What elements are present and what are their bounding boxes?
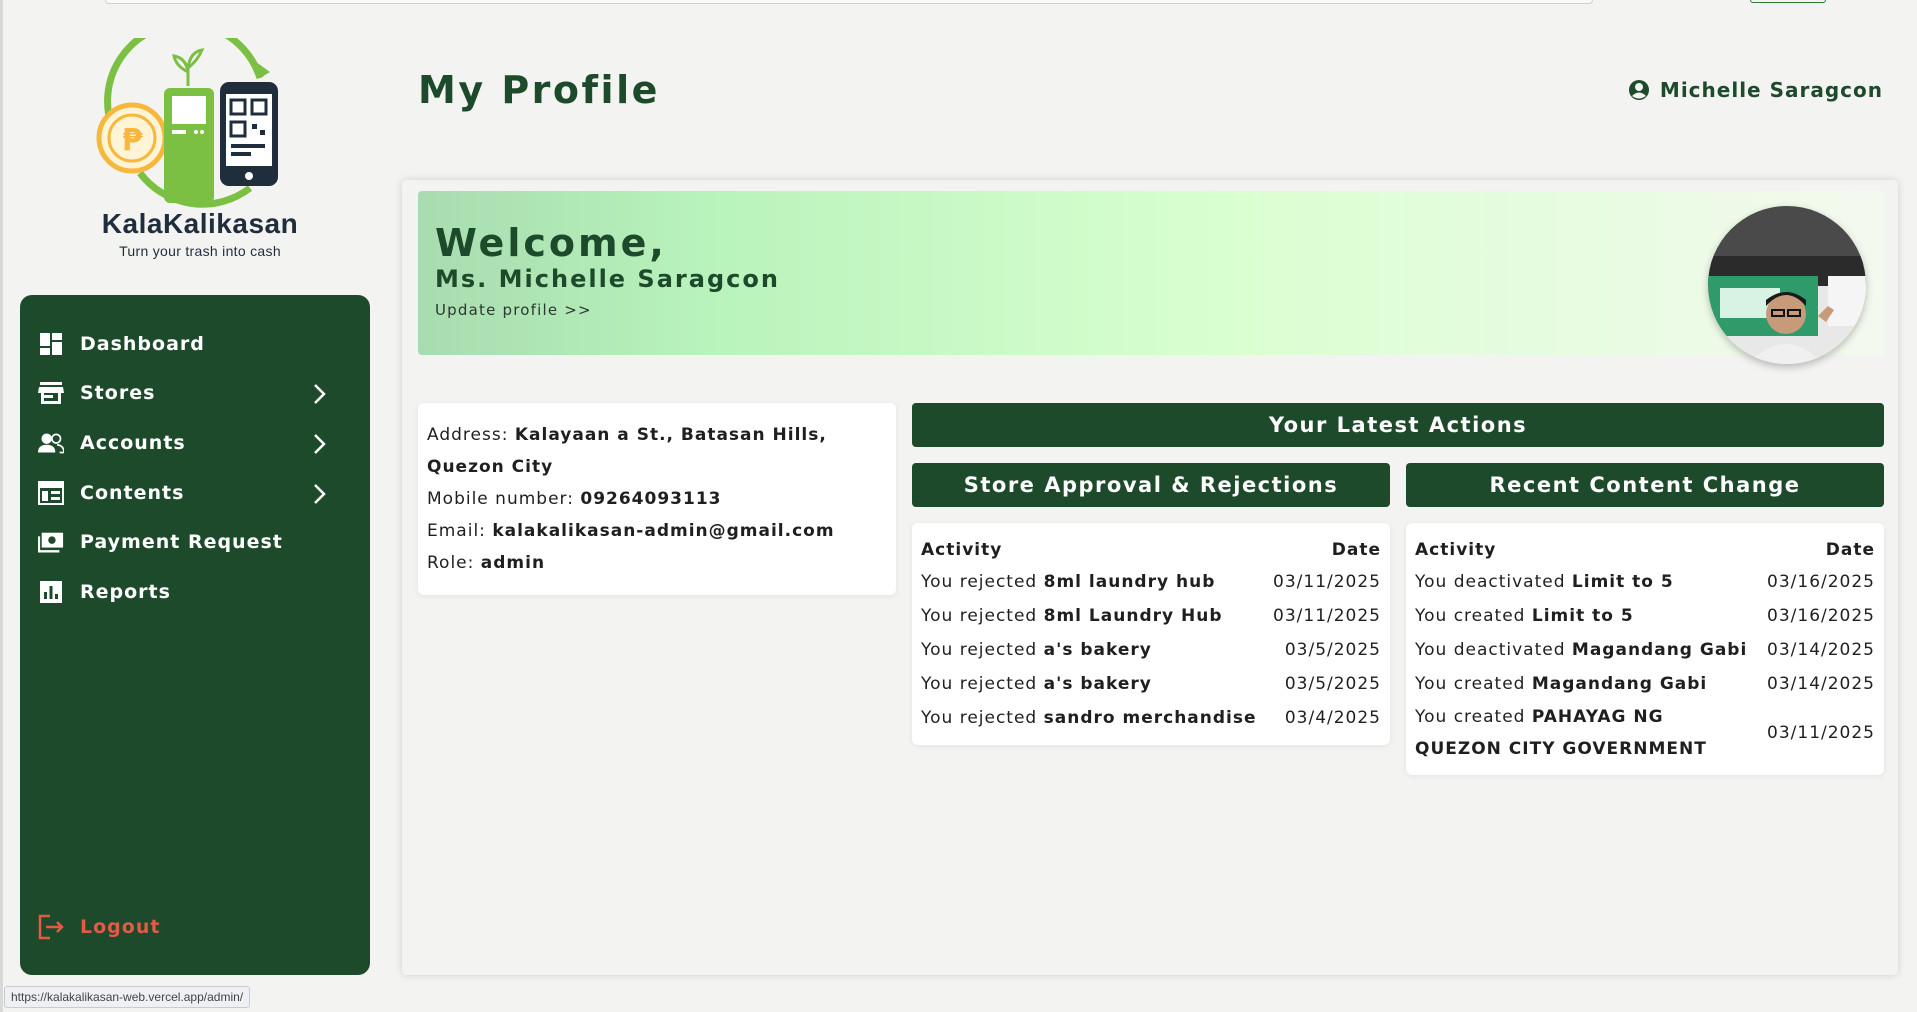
table-header-row: Activity Date: [1415, 539, 1875, 561]
email-label: Email:: [427, 521, 486, 541]
sidebar-item-label: Payment Request: [80, 531, 283, 553]
reports-icon: [38, 579, 64, 605]
content-table-header: Recent Content Change: [1406, 463, 1884, 507]
welcome-greeting: Welcome,: [435, 221, 667, 265]
table-row: You rejected sandro merchandise 03/4/202…: [921, 701, 1381, 735]
brand-name: KalaKalikasan: [101, 208, 299, 239]
activity-cell: You created Magandang Gabi: [1415, 674, 1708, 694]
contents-icon: [38, 480, 64, 506]
activity-cell: You rejected sandro merchandise: [921, 708, 1257, 728]
table-row: You created Limit to 5 03/16/2025: [1415, 599, 1875, 633]
date-cell: 03/5/2025: [1284, 674, 1381, 694]
table-row: You rejected 8ml Laundry Hub 03/11/2025: [921, 599, 1381, 633]
table-header-row: Activity Date: [921, 539, 1381, 561]
column-header-date: Date: [1825, 540, 1875, 560]
browser-button-edge[interactable]: [1750, 0, 1826, 3]
address-line: Address: Kalayaan a St., Batasan Hills, …: [427, 419, 887, 483]
logout-icon: [38, 914, 64, 940]
store-table-header: Store Approval & Rejections: [912, 463, 1390, 507]
column-header-activity: Activity: [921, 540, 1003, 560]
sidebar-item-payment-request[interactable]: Payment Request: [38, 522, 348, 562]
chevron-right-icon: [312, 483, 326, 509]
date-cell: 03/11/2025: [1273, 606, 1381, 626]
people-icon: [38, 430, 64, 456]
mobile-line: Mobile number: 09264093113: [427, 483, 887, 515]
avatar[interactable]: [1708, 206, 1866, 364]
table-row: You rejected 8ml laundry hub 03/11/2025: [921, 565, 1381, 599]
logo-graphic-icon: ₱: [96, 19, 278, 208]
column-header-date: Date: [1331, 540, 1381, 560]
activity-cell: You rejected 8ml laundry hub: [921, 572, 1216, 592]
logout-label: Logout: [80, 916, 161, 938]
date-cell: 03/14/2025: [1767, 674, 1875, 694]
table-row: You deactivated Magandang Gabi 03/14/202…: [1415, 633, 1875, 667]
user-menu[interactable]: Michelle Saragcon: [1628, 78, 1883, 102]
date-cell: 03/5/2025: [1284, 640, 1381, 660]
sidebar-item-label: Contents: [80, 482, 185, 504]
brand-tagline: Turn your trash into cash: [119, 243, 281, 259]
welcome-banner: Welcome, Ms. Michelle Saragcon Update pr…: [418, 191, 1884, 364]
email-line: Email: kalakalikasan-admin@gmail.com: [427, 515, 887, 547]
date-cell: 03/14/2025: [1767, 640, 1875, 660]
welcome-name: Ms. Michelle Saragcon: [435, 265, 780, 293]
chevron-right-icon: [312, 383, 326, 409]
role-line: Role: admin: [427, 547, 887, 579]
store-icon: [38, 380, 64, 406]
dashboard-icon: [38, 331, 64, 357]
update-profile-link[interactable]: Update profile >>: [435, 301, 592, 319]
latest-actions-header: Your Latest Actions: [912, 403, 1884, 447]
table-row: You deactivated Limit to 5 03/16/2025: [1415, 565, 1875, 599]
activity-cell: You rejected a's bakery: [921, 674, 1152, 694]
email-value: kalakalikasan-admin@gmail.com: [492, 521, 835, 541]
sidebar-item-contents[interactable]: Contents: [38, 473, 348, 513]
date-cell: 03/11/2025: [1273, 572, 1381, 592]
role-value: admin: [480, 553, 546, 573]
sidebar-item-stores[interactable]: Stores: [38, 373, 348, 413]
sidebar-item-label: Dashboard: [80, 333, 205, 355]
browser-search-bar-edge[interactable]: [105, 0, 1593, 4]
sidebar-item-label: Reports: [80, 581, 171, 603]
sidebar-item-label: Accounts: [80, 432, 186, 454]
table-row: You rejected a's bakery 03/5/2025: [921, 633, 1381, 667]
page-title: My Profile: [418, 68, 660, 112]
activity-cell: You deactivated Magandang Gabi: [1415, 640, 1748, 660]
window-edge: [0, 0, 3, 1012]
table-row: You rejected a's bakery 03/5/2025: [921, 667, 1381, 701]
sidebar-item-dashboard[interactable]: Dashboard: [38, 324, 348, 364]
activity-cell: You created Limit to 5: [1415, 606, 1634, 626]
activity-cell: You rejected 8ml Laundry Hub: [921, 606, 1223, 626]
sidebar-item-accounts[interactable]: Accounts: [38, 423, 348, 463]
profile-info-card: Address: Kalayaan a St., Batasan Hills, …: [418, 403, 896, 595]
column-header-activity: Activity: [1415, 540, 1497, 560]
sidebar-item-label: Stores: [80, 382, 156, 404]
date-cell: 03/16/2025: [1767, 606, 1875, 626]
mobile-label: Mobile number:: [427, 489, 574, 509]
address-label: Address:: [427, 425, 509, 445]
chevron-right-icon: [312, 433, 326, 459]
date-cell: 03/16/2025: [1767, 572, 1875, 592]
activity-cell: You deactivated Limit to 5: [1415, 572, 1674, 592]
status-bar-url: https://kalakalikasan-web.vercel.app/adm…: [4, 986, 251, 1008]
user-name: Michelle Saragcon: [1659, 78, 1883, 102]
activity-cell: You created PAHAYAG NG QUEZON CITY GOVER…: [1415, 707, 1707, 759]
date-cell: 03/11/2025: [1767, 723, 1875, 743]
activity-cell: You rejected a's bakery: [921, 640, 1152, 660]
store-actions-table: Activity Date You rejected 8ml laundry h…: [912, 523, 1390, 745]
mobile-value: 09264093113: [580, 489, 722, 509]
user-circle-icon: [1628, 79, 1650, 101]
table-row: You created Magandang Gabi 03/14/2025: [1415, 667, 1875, 701]
table-row: You created PAHAYAG NG QUEZON CITY GOVER…: [1415, 701, 1875, 765]
date-cell: 03/4/2025: [1284, 708, 1381, 728]
payment-icon: [38, 529, 64, 555]
role-label: Role:: [427, 553, 475, 573]
logout-button[interactable]: Logout: [38, 907, 348, 947]
content-actions-table: Activity Date You deactivated Limit to 5…: [1406, 523, 1884, 775]
brand-logo: ₱ KalaKalikasan Turn your trash into cas…: [80, 19, 320, 263]
sidebar: Dashboard Stores Accounts Contents Payme…: [20, 295, 370, 975]
svg-text:₱: ₱: [122, 123, 143, 158]
sidebar-item-reports[interactable]: Reports: [38, 572, 348, 612]
